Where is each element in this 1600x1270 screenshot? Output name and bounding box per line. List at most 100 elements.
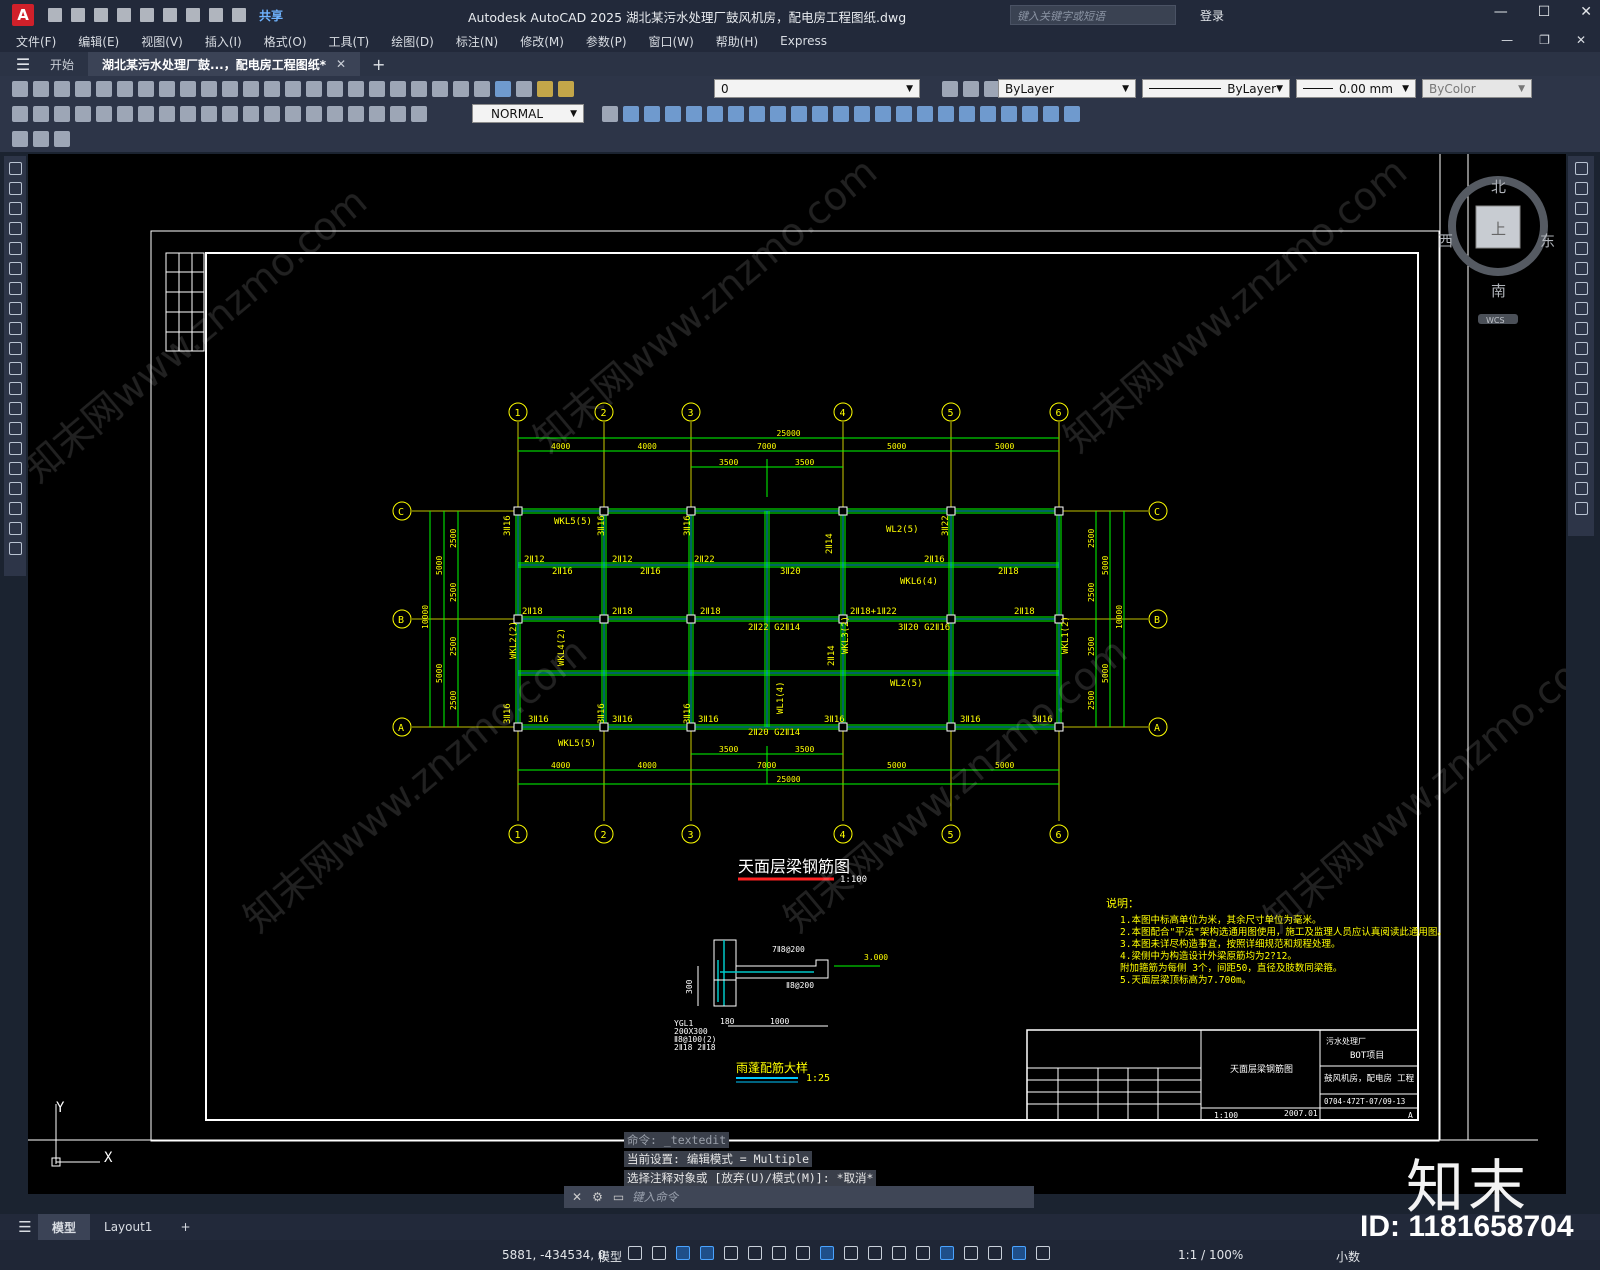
infer-constraints-icon[interactable] — [676, 1246, 690, 1260]
sphere-icon[interactable] — [644, 106, 660, 122]
make-block-icon[interactable] — [8, 402, 22, 415]
menu-insert[interactable]: 插入(I) — [205, 33, 242, 50]
extrude-faces-icon[interactable] — [938, 106, 954, 122]
pan-icon[interactable] — [285, 81, 301, 97]
linear-dim-icon[interactable] — [12, 106, 28, 122]
menu-icon[interactable]: ☰ — [10, 55, 36, 74]
open-icon[interactable] — [33, 81, 49, 97]
color-dropdown[interactable]: ByLayer ▼ — [998, 79, 1136, 98]
menu-parametric[interactable]: 参数(P) — [586, 33, 627, 50]
fillet-icon[interactable] — [1574, 462, 1588, 475]
drawing-canvas[interactable]: 1 1 2 2 3 3 4 4 5 5 6 6 C C B B A A 25000 4000 4000 7000 5000 5… — [28, 154, 1566, 1194]
copy-object-icon[interactable] — [1574, 182, 1588, 195]
annotation-scale[interactable]: 1:1 / 100% — [1178, 1248, 1243, 1262]
transparency-icon[interactable] — [868, 1246, 882, 1260]
web-mobile-icon[interactable] — [163, 8, 177, 22]
wcs-label[interactable]: WCS — [1486, 316, 1505, 324]
rectangle-icon[interactable] — [8, 242, 22, 255]
zoom-realtime-icon[interactable] — [306, 81, 322, 97]
close-tab-icon[interactable]: ✕ — [336, 57, 346, 71]
insert-block-icon[interactable] — [8, 382, 22, 395]
login-button[interactable]: 登录 — [1200, 7, 1224, 24]
break-at-point-icon[interactable] — [1574, 382, 1588, 395]
minimize-icon[interactable]: — — [1494, 4, 1508, 20]
section-icon[interactable] — [812, 106, 828, 122]
dim-update-icon[interactable] — [411, 106, 427, 122]
publish-icon[interactable] — [140, 8, 154, 22]
line-icon[interactable] — [8, 162, 22, 175]
redo-icon[interactable] — [232, 8, 246, 22]
ortho-icon[interactable] — [724, 1246, 738, 1260]
wedge-icon[interactable] — [707, 106, 723, 122]
rotate-faces-icon[interactable] — [1022, 106, 1038, 122]
construction-line-icon[interactable] — [8, 182, 22, 195]
subtract-icon[interactable] — [896, 106, 912, 122]
box-icon[interactable] — [623, 106, 639, 122]
close-icon[interactable]: ✕ — [1580, 4, 1592, 20]
move-icon[interactable] — [1574, 262, 1588, 275]
offset-icon[interactable] — [1574, 222, 1588, 235]
grid-icon[interactable] — [628, 1246, 642, 1260]
viewcube[interactable]: 上 北 南 西 东 WCS — [1438, 164, 1558, 324]
tab-drawing[interactable]: 湖北某污水处理厂鼓...，配电房工程图纸* ✕ — [88, 52, 361, 76]
print-icon[interactable] — [75, 81, 91, 97]
layer-dropdown[interactable]: 0 ▼ — [714, 79, 920, 98]
customize-icon[interactable] — [54, 131, 70, 147]
blend-icon[interactable] — [1574, 482, 1588, 495]
command-line[interactable]: ✕ ⚙ ▭ 键入命令 — [564, 1186, 1034, 1208]
revcloud-icon[interactable] — [8, 302, 22, 315]
polygon-icon[interactable] — [8, 222, 22, 235]
trim-icon[interactable] — [1574, 342, 1588, 355]
save-icon[interactable] — [94, 8, 108, 22]
jogged-dim-icon[interactable] — [117, 106, 133, 122]
model-space-toggle[interactable]: 模型 — [598, 1248, 622, 1265]
autocad-logo-icon[interactable]: A — [12, 4, 34, 26]
units-dropdown[interactable]: 小数 — [1336, 1248, 1360, 1265]
command-input[interactable]: 键入命令 — [632, 1189, 678, 1205]
extrude-icon[interactable] — [749, 106, 765, 122]
tab-model[interactable]: 模型 — [38, 1214, 91, 1240]
menu-draw[interactable]: 绘图(D) — [391, 33, 434, 50]
hatch-icon[interactable] — [8, 442, 22, 455]
layer-freeze-icon[interactable] — [558, 81, 574, 97]
join-icon[interactable] — [1574, 422, 1588, 435]
stretch-icon[interactable] — [1574, 322, 1588, 335]
menu-view[interactable]: 视图(V) — [141, 33, 183, 50]
layout-menu-icon[interactable]: ☰ — [12, 1218, 38, 1236]
cone-icon[interactable] — [686, 106, 702, 122]
polar-icon[interactable] — [748, 1246, 762, 1260]
new-file-icon[interactable] — [48, 8, 62, 22]
offset-faces-icon[interactable] — [980, 106, 996, 122]
radius-dim-icon[interactable] — [96, 106, 112, 122]
gizmo-icon[interactable] — [988, 1246, 1002, 1260]
setup-drawing-icon[interactable] — [854, 106, 870, 122]
menu-window[interactable]: 窗口(W) — [649, 33, 694, 50]
tolerance-icon[interactable] — [285, 106, 301, 122]
compass-north[interactable]: 北 — [1491, 178, 1506, 196]
search-input[interactable]: 键入关键字或短语 — [1010, 5, 1176, 25]
interfere-icon[interactable] — [833, 106, 849, 122]
lineweight-icon[interactable] — [844, 1246, 858, 1260]
dim-style-icon[interactable] — [602, 106, 618, 122]
menu-help[interactable]: 帮助(H) — [716, 33, 758, 50]
redo-toolbar-icon[interactable] — [264, 81, 280, 97]
zoom-window-icon[interactable] — [327, 81, 343, 97]
tab-start[interactable]: 开始 — [36, 52, 88, 76]
intersect-icon[interactable] — [917, 106, 933, 122]
rotate-icon[interactable] — [1574, 282, 1588, 295]
coordinates-readout[interactable]: 5881, -434534, 0 — [502, 1248, 606, 1262]
preview-icon[interactable] — [96, 81, 112, 97]
tool-palettes-icon[interactable] — [411, 81, 427, 97]
workspace-settings-icon[interactable] — [33, 131, 49, 147]
new-tab-button[interactable]: + — [372, 55, 385, 74]
dimstyle-dropdown[interactable]: NORMAL ▼ — [472, 104, 584, 123]
continue-dim-icon[interactable] — [222, 106, 238, 122]
auto-scale-icon[interactable] — [1036, 1246, 1050, 1260]
baseline-dim-icon[interactable] — [201, 106, 217, 122]
region-icon[interactable] — [8, 482, 22, 495]
gradient-icon[interactable] — [8, 462, 22, 475]
properties-icon[interactable] — [369, 81, 385, 97]
3d-osnap-icon[interactable] — [916, 1246, 930, 1260]
center-mark-icon[interactable] — [306, 106, 322, 122]
plot-icon[interactable] — [186, 8, 200, 22]
